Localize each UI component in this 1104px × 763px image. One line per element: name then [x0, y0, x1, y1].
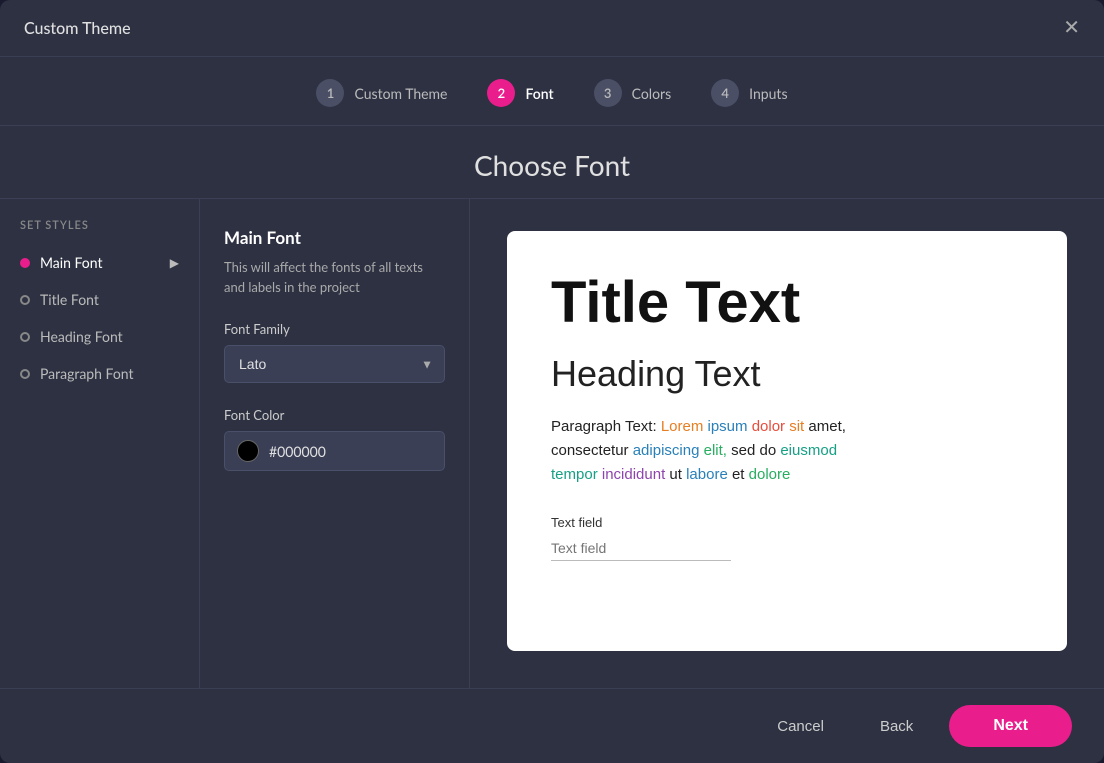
settings-description: This will affect the fonts of all texts … — [224, 258, 445, 297]
para-word-15: ut — [669, 466, 686, 483]
para-word-12: do — [759, 442, 780, 459]
modal-title: Custom Theme — [24, 19, 131, 38]
para-word-5: dolor — [752, 418, 790, 435]
sidebar-arrow-icon: ▶ — [170, 255, 179, 270]
para-word-4: ipsum — [708, 418, 752, 435]
sidebar-item-paragraph-font-label: Paragraph Font — [40, 365, 134, 382]
para-word-10: elit, — [704, 442, 732, 459]
preview-paragraph-text: Paragraph Text: Lorem ipsum dolor sit am… — [551, 415, 1023, 487]
settings-panel: Main Font This will affect the fonts of … — [200, 199, 470, 688]
para-word-17: et — [732, 466, 749, 483]
font-family-select-wrapper: Lato Roboto Open Sans Montserrat Raleway… — [224, 345, 445, 383]
preview-card: Title Text Heading Text Paragraph Text: … — [507, 231, 1067, 651]
step-3-circle: 3 — [594, 79, 622, 107]
font-family-label: Font Family — [224, 321, 445, 337]
sidebar-dot-main-font — [20, 258, 30, 268]
sidebar-item-heading-font[interactable]: Heading Font — [0, 318, 199, 355]
footer: Cancel Back Next — [0, 688, 1104, 763]
step-1-label: Custom Theme — [354, 85, 447, 102]
para-word-8: consectetur — [551, 442, 633, 459]
preview-heading-text: Heading Text — [551, 353, 1023, 395]
step-3-label: Colors — [632, 85, 672, 102]
sidebar-item-paragraph-font[interactable]: Paragraph Font — [0, 355, 199, 392]
sidebar-dot-heading-font — [20, 332, 30, 342]
para-word-14: incididunt — [602, 466, 670, 483]
para-word-9: adipiscing — [633, 442, 704, 459]
sidebar-item-title-font-label: Title Font — [40, 291, 99, 308]
close-button[interactable]: ✕ — [1063, 18, 1080, 38]
font-color-input[interactable]: #000000 — [224, 431, 445, 471]
preview-panel: Title Text Heading Text Paragraph Text: … — [470, 199, 1104, 688]
color-value: #000000 — [269, 443, 326, 460]
step-2[interactable]: 2 Font — [487, 79, 553, 107]
page-title: Choose Font — [0, 126, 1104, 199]
preview-text-input[interactable] — [551, 536, 731, 561]
step-3[interactable]: 3 Colors — [594, 79, 672, 107]
step-4-circle: 4 — [711, 79, 739, 107]
para-word-7: amet, — [808, 418, 846, 435]
stepper: 1 Custom Theme 2 Font 3 Colors 4 Inputs — [0, 57, 1104, 126]
step-2-label: Font — [525, 85, 553, 102]
sidebar-item-title-font[interactable]: Title Font — [0, 281, 199, 318]
step-4-label: Inputs — [749, 85, 787, 102]
settings-section-title: Main Font — [224, 227, 445, 248]
step-2-circle: 2 — [487, 79, 515, 107]
sidebar-item-main-font-label: Main Font — [40, 254, 102, 271]
para-word-2: Text: — [625, 418, 661, 435]
next-button[interactable]: Next — [949, 705, 1072, 747]
font-family-select[interactable]: Lato Roboto Open Sans Montserrat Raleway… — [224, 345, 445, 383]
step-1-circle: 1 — [316, 79, 344, 107]
para-word-16: labore — [686, 466, 732, 483]
sidebar-dot-paragraph-font — [20, 369, 30, 379]
main-panel: Main Font This will affect the fonts of … — [200, 199, 1104, 688]
para-word-18: dolore — [749, 466, 791, 483]
sidebar: SET STYLES Main Font ▶ Title Font Headin… — [0, 199, 200, 688]
sidebar-item-main-font[interactable]: Main Font ▶ — [0, 244, 199, 281]
sidebar-item-heading-font-label: Heading Font — [40, 328, 123, 345]
para-word-3: Lorem — [661, 418, 708, 435]
color-dot — [237, 440, 259, 462]
preview-title-text: Title Text — [551, 271, 1023, 335]
sidebar-section-label: SET STYLES — [0, 219, 199, 244]
para-word-11: sed — [731, 442, 759, 459]
para-word-6: sit — [789, 418, 808, 435]
font-color-label: Font Color — [224, 407, 445, 423]
content-area: SET STYLES Main Font ▶ Title Font Headin… — [0, 199, 1104, 688]
preview-field-label: Text field — [551, 515, 1023, 530]
modal-header: Custom Theme ✕ — [0, 0, 1104, 57]
modal: Custom Theme ✕ 1 Custom Theme 2 Font 3 C… — [0, 0, 1104, 763]
step-4[interactable]: 4 Inputs — [711, 79, 787, 107]
sidebar-dot-title-font — [20, 295, 30, 305]
back-button[interactable]: Back — [860, 708, 933, 745]
para-word-1: Paragraph — [551, 418, 625, 435]
cancel-button[interactable]: Cancel — [757, 708, 844, 745]
step-1[interactable]: 1 Custom Theme — [316, 79, 447, 107]
